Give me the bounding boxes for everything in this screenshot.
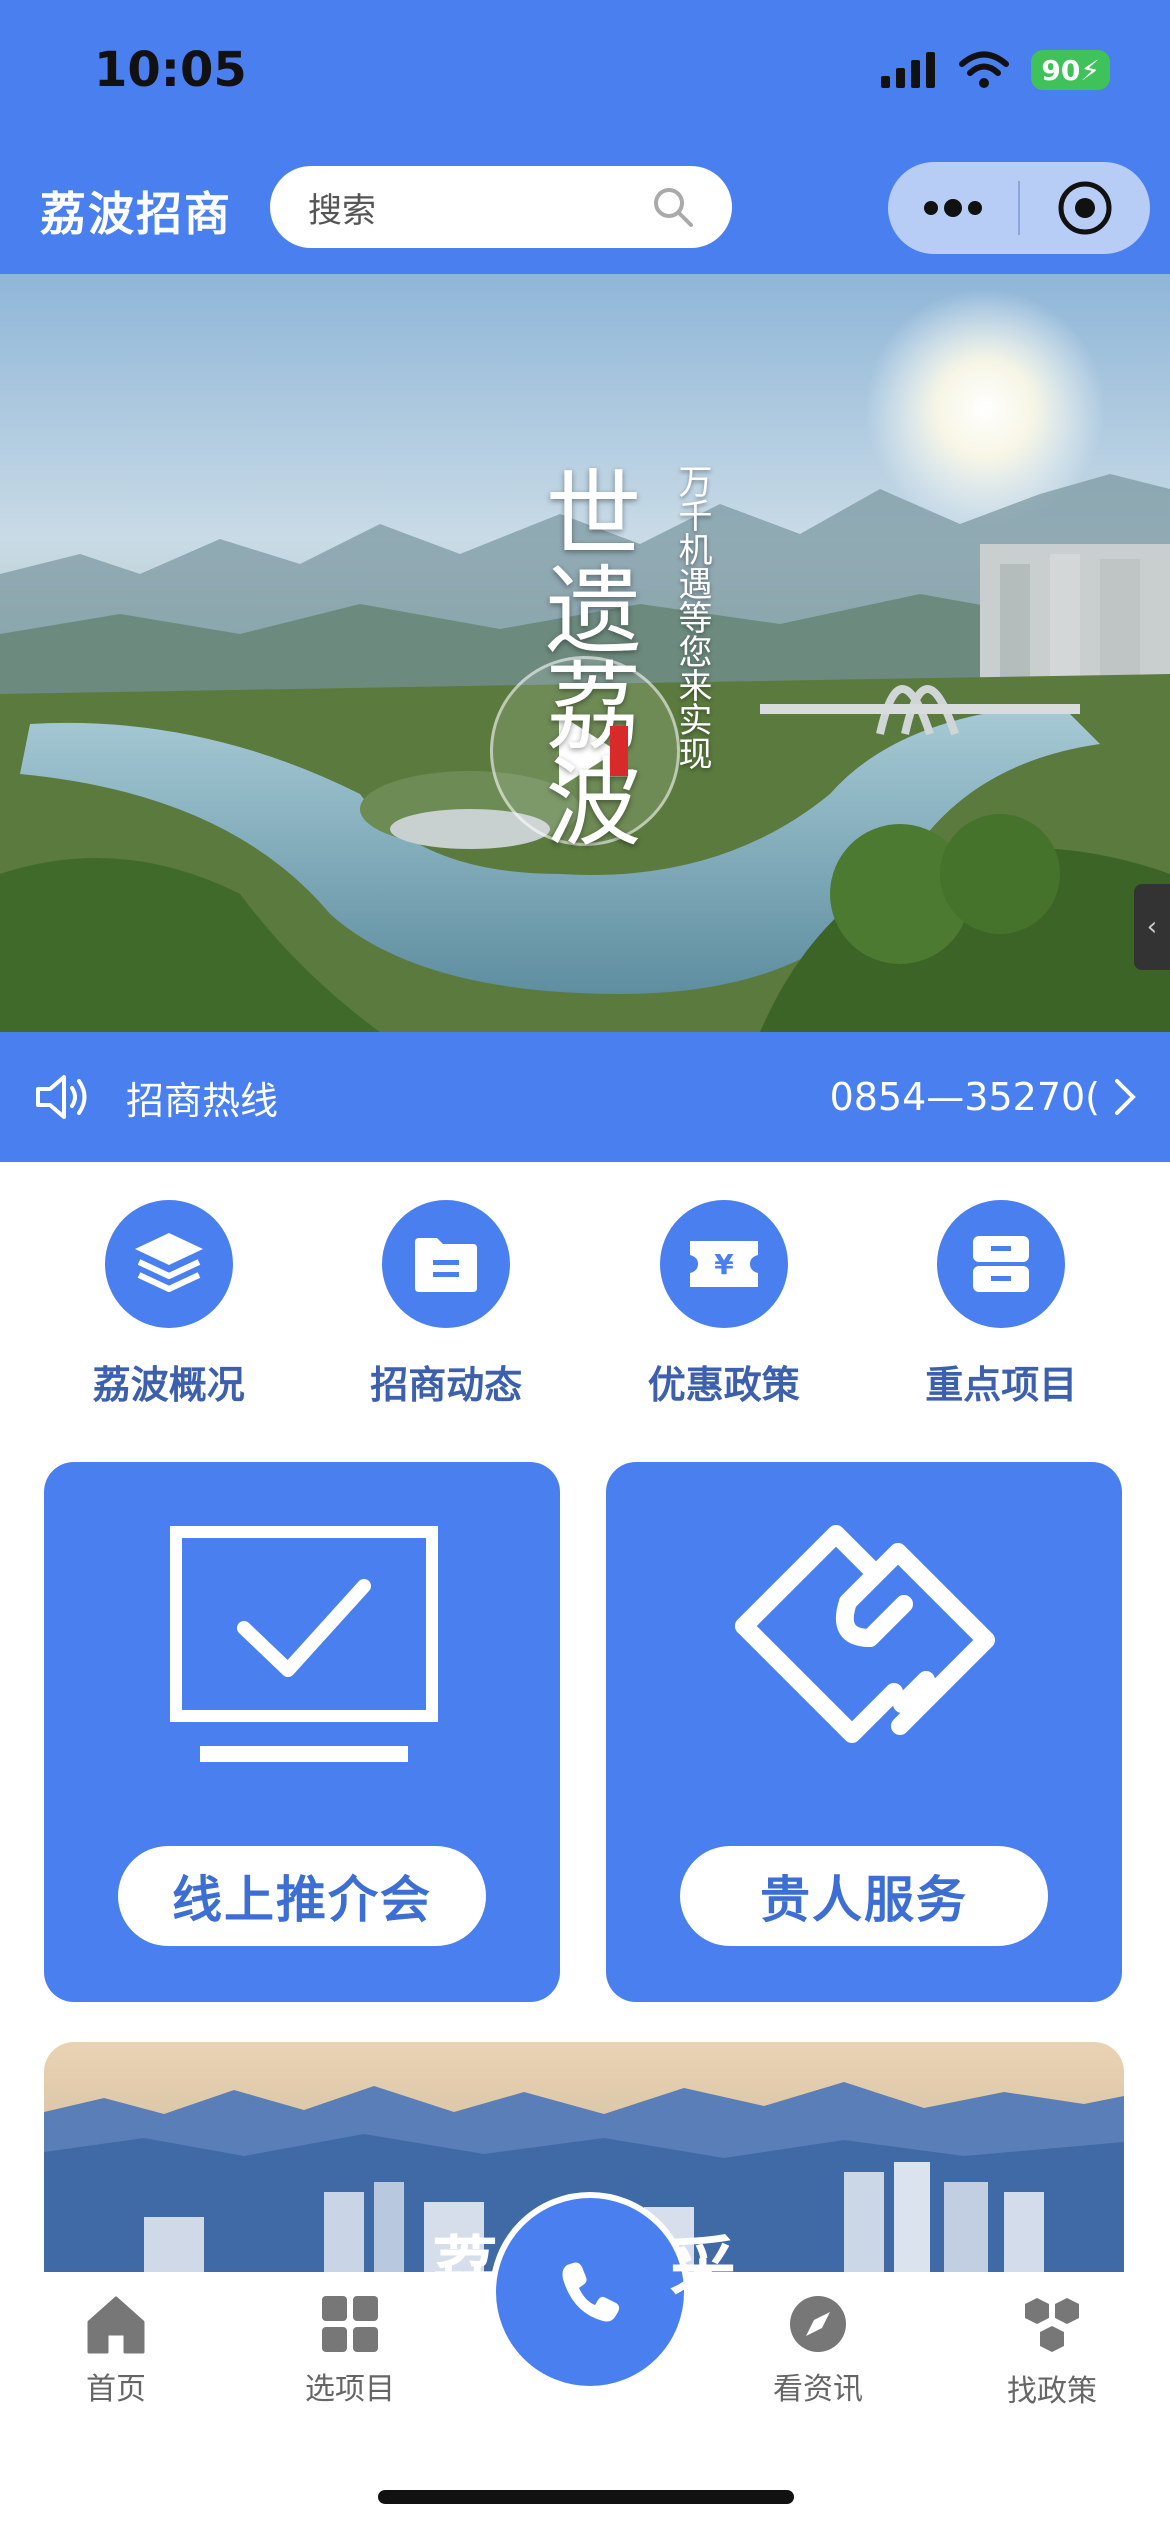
search-placeholder: 搜索 [308,190,376,231]
tab-home[interactable]: 首页 [36,2294,196,2408]
hotline-bar[interactable]: 招商热线 0854—35270( [0,1032,1170,1162]
quick-link-label: 重点项目 [925,1363,1078,1407]
side-collapse-tab[interactable]: ‹ [1134,884,1170,970]
miniapp-capsule [888,162,1150,254]
wifi-icon [959,51,1010,88]
tab-label: 找政策 [1007,2374,1097,2409]
header: 10:05 90 ⚡ 荔波招商 搜索 [0,0,1170,274]
handshake-icon [735,1525,995,1743]
more-icon [924,199,982,217]
hero-video[interactable]: 世遗荔波 万千机遇等您来实现 ‹ [0,274,1170,1032]
call-button[interactable] [490,2192,690,2392]
folder-icon [382,1200,511,1328]
app-title: 荔波招商 [40,187,232,241]
calligraphy-side: 万千机遇等您来实现 [672,464,712,770]
hotline-number: 0854—35270( [829,1075,1100,1119]
cubes-icon [1025,2298,1079,2352]
quick-links: 荔波概况 招商动态 ¥ 优惠政策 重点项目 [0,1200,1170,1409]
close-miniapp-button[interactable] [1020,162,1150,254]
quick-link-label: 优惠政策 [647,1363,800,1407]
quick-link-label: 荔波概况 [92,1363,245,1407]
tab-projects[interactable]: 选项目 [270,2294,430,2408]
compass-icon [790,2296,846,2352]
page: 10:05 90 ⚡ 荔波招商 搜索 世遗荔波 万千机遇等您来实现 ‹ 招商热线… [0,0,1170,2532]
svg-text:¥: ¥ [714,1248,734,1281]
quick-link-projects[interactable]: 重点项目 [886,1200,1116,1409]
tab-policy[interactable]: 找政策 [972,2294,1132,2410]
quick-link-news[interactable]: 招商动态 [331,1200,561,1409]
home-indicator [378,2490,794,2504]
vip-service-button[interactable]: 贵人服务 [680,1846,1048,1946]
red-seal [610,726,628,776]
search-icon [654,188,693,227]
hotline-label: 招商热线 [126,1078,279,1123]
calligraphy-main: 世遗荔波 [529,464,641,848]
more-button[interactable] [888,162,1018,254]
quick-link-label: 招商动态 [370,1363,523,1407]
cabinet-icon [937,1200,1066,1328]
card-online-promotion[interactable]: 线上推介会 [44,1462,560,2002]
quick-link-policy[interactable]: ¥ 优惠政策 [609,1200,839,1409]
monitor-check-icon [170,1526,438,1762]
banner-text-left: 荔 [432,2229,498,2306]
status-icons: 90 ⚡ [881,50,1110,90]
target-icon [1058,181,1112,235]
signal-icon [881,52,936,88]
speaker-icon [36,1075,87,1119]
tab-label: 首页 [86,2372,146,2407]
tab-label: 选项目 [305,2372,395,2407]
chevron-right-icon [1115,1079,1136,1115]
card-vip-service[interactable]: 贵人服务 [606,1462,1122,2002]
hotline-number-link[interactable]: 0854—35270( [830,1075,1136,1119]
search-input[interactable]: 搜索 [270,166,732,248]
tab-label: 看资讯 [773,2372,863,2407]
grid-icon [322,2296,378,2352]
banner-text-right: 采 [670,2229,736,2306]
ticket-yen-icon: ¥ [659,1200,788,1328]
home-icon [87,2296,145,2354]
phone-icon [562,2262,620,2322]
quick-link-overview[interactable]: 荔波概况 [54,1200,284,1409]
layers-icon [104,1200,233,1328]
status-time: 10:05 [94,42,247,98]
tab-news[interactable]: 看资讯 [738,2294,898,2408]
battery-indicator: 90 ⚡ [1031,50,1110,90]
online-promotion-button[interactable]: 线上推介会 [118,1846,486,1946]
